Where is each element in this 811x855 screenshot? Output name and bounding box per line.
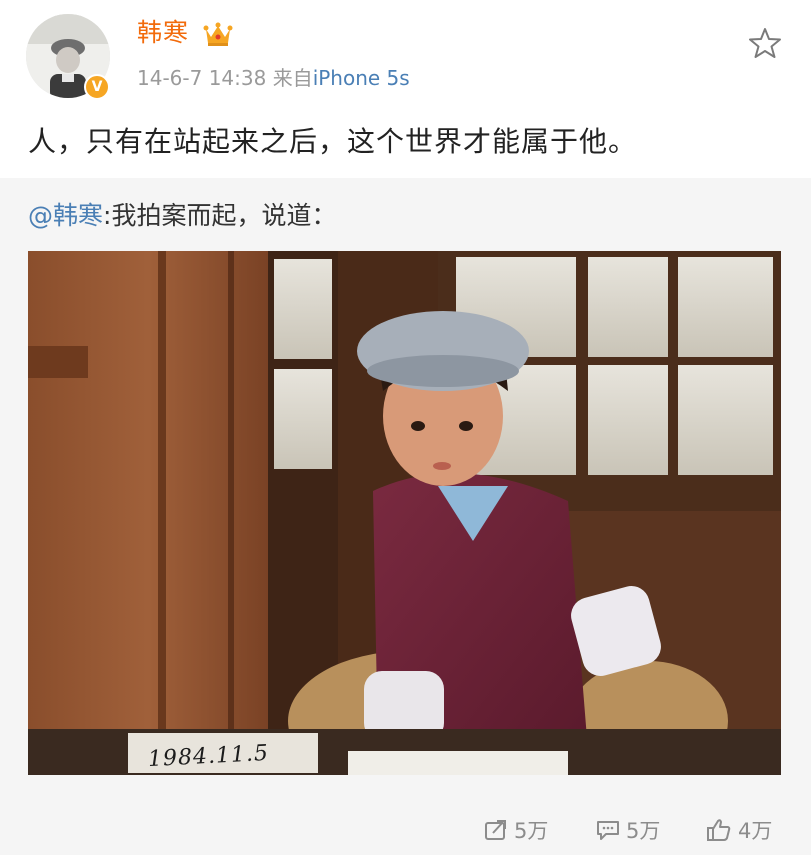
post-meta: 14-6-7 14:38 来自iPhone 5s [137,64,410,92]
repost-photo[interactable]: 1984.11.5 [28,251,781,775]
like-count: 4万 [738,819,773,843]
repost-text-line: @韩寒:我拍案而起，说道： [28,198,336,234]
user-name[interactable]: 韩寒 [137,16,189,50]
verified-badge: V [84,74,110,100]
repost-button[interactable]: 5万 [484,808,548,852]
comment-button[interactable]: 5万 [596,808,660,852]
star-outline-icon[interactable] [748,26,782,60]
crown-icon [203,22,233,46]
post-source-prefix: 来自 [272,66,313,90]
repost-card[interactable]: @韩寒:我拍案而起，说道： 1984.11.5 5万 5万 4万 [0,178,811,855]
photo-image [28,251,781,775]
repost-icon [485,820,506,840]
repost-mention[interactable]: @韩寒 [28,201,103,230]
post-source-link[interactable]: iPhone 5s [313,66,410,90]
like-button[interactable]: 4万 [706,808,772,852]
repost-text: :我拍案而起，说道： [103,201,337,230]
thumbs-up-icon [707,819,731,841]
comment-icon [597,821,619,840]
post-time: 14-6-7 14:38 [137,66,267,90]
post-text: 人，只有在站起来之后，这个世界才能属于他。 [28,125,638,158]
action-bar: 5万 5万 4万 [0,808,811,852]
repost-count: 5万 [514,819,549,843]
comment-count: 5万 [626,819,661,843]
